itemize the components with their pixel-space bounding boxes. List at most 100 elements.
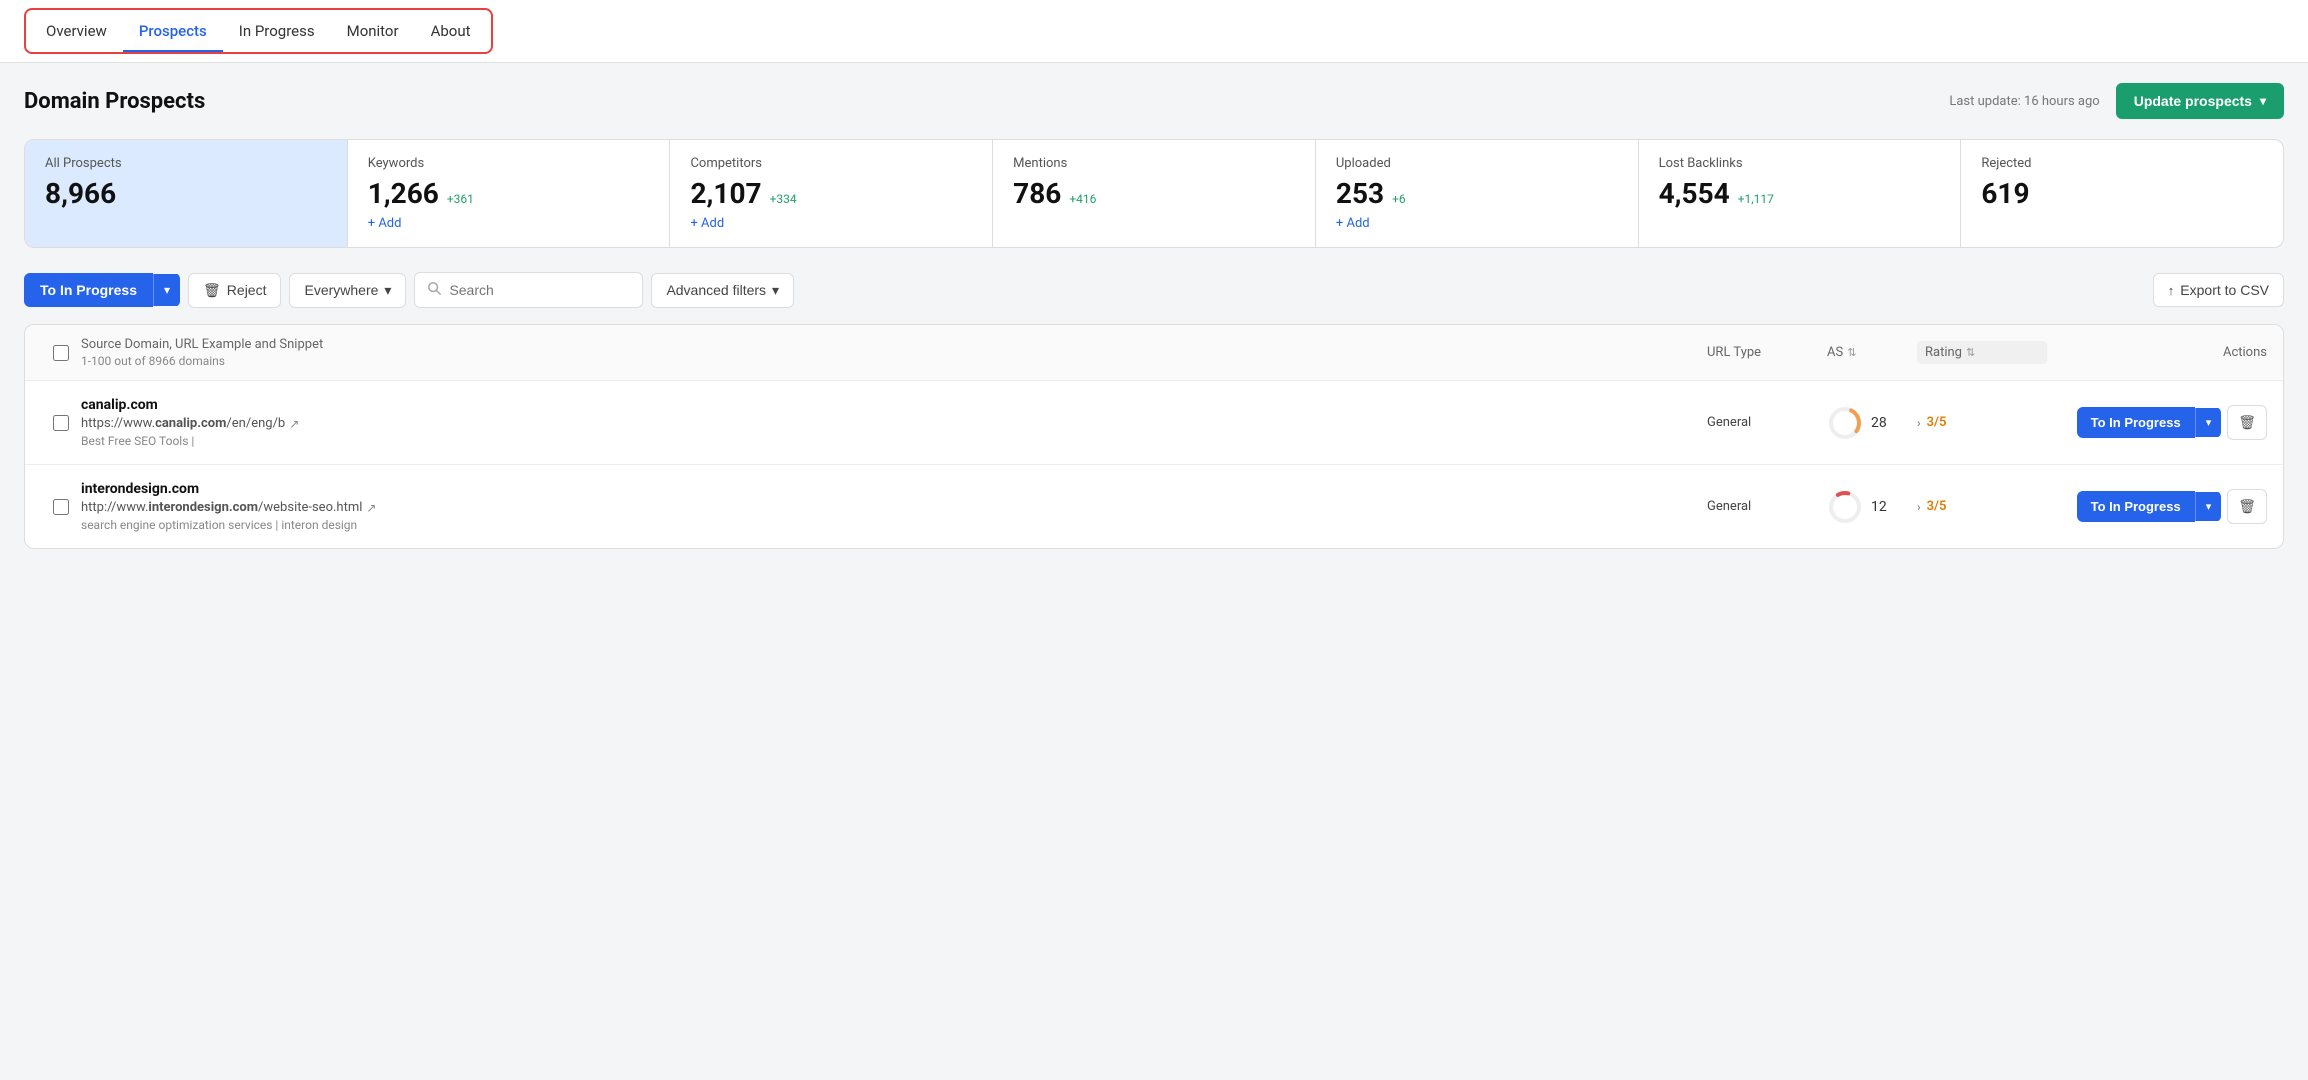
th-as[interactable]: AS ⇅ [1827, 345, 1917, 360]
row2-external-link-icon[interactable]: ↗ [366, 501, 376, 515]
row2-action-chevron-icon: ▾ [2206, 501, 2212, 513]
stat-card-mentions[interactable]: Mentions 786 +416 [993, 140, 1316, 247]
row2-trash-icon: 🗑 [2238, 498, 2256, 514]
to-in-progress-dropdown-icon: ▾ [164, 283, 170, 297]
row2-as-donut [1827, 489, 1863, 525]
table-container: Source Domain, URL Example and Snippet 1… [24, 324, 2284, 549]
row1-rating-value: 3/5 [1927, 415, 1947, 430]
nav-item-overview[interactable]: Overview [30, 12, 123, 52]
select-all-cell[interactable] [41, 345, 81, 361]
row2-to-in-progress-button[interactable]: To In Progress [2077, 491, 2195, 522]
row1-action-dropdown-button[interactable]: ▾ [2195, 408, 2222, 437]
row2-actions-cell: To In Progress ▾ 🗑 [2047, 489, 2267, 524]
stat-value-mentions: 786 [1013, 177, 1061, 210]
stat-card-lost-backlinks[interactable]: Lost Backlinks 4,554 +1,117 [1639, 140, 1962, 247]
update-prospects-label: Update prospects [2134, 93, 2252, 109]
stat-value-keywords: 1,266 [368, 177, 439, 210]
stat-delta-mentions: +416 [1069, 192, 1096, 206]
stat-card-rejected[interactable]: Rejected 619 [1961, 140, 2283, 247]
stat-card-keywords[interactable]: Keywords 1,266 +361 + Add [348, 140, 671, 247]
row1-snippet: Best Free SEO Tools | [81, 434, 1707, 448]
row1-to-in-progress-button[interactable]: To In Progress [2077, 407, 2195, 438]
page-header: Domain Prospects Last update: 16 hours a… [24, 83, 2284, 119]
row1-checkbox[interactable] [53, 415, 69, 431]
nav-item-prospects[interactable]: Prospects [123, 12, 223, 52]
row1-trash-icon: 🗑 [2238, 414, 2256, 430]
row2-action-dropdown-button[interactable]: ▾ [2195, 492, 2222, 521]
stat-value-rejected: 619 [1981, 177, 2263, 210]
search-icon [427, 281, 441, 299]
row1-domain-cell: canalip.com https://www.canalip.com/en/e… [81, 397, 1707, 448]
row2-delete-button[interactable]: 🗑 [2227, 489, 2267, 524]
advanced-filters-label: Advanced filters [666, 282, 766, 298]
search-box [414, 272, 643, 308]
row2-domain-name: interondesign.com [81, 481, 1707, 497]
to-in-progress-split-button: To In Progress ▾ [24, 273, 180, 307]
row1-rating: › 3/5 [1917, 415, 2047, 430]
nav-bar: Overview Prospects In Progress Monitor A… [0, 0, 2308, 63]
main-content: Domain Prospects Last update: 16 hours a… [0, 63, 2308, 569]
nav-item-about[interactable]: About [415, 12, 487, 52]
stat-label-uploaded: Uploaded [1336, 156, 1618, 171]
nav-item-monitor[interactable]: Monitor [331, 12, 415, 52]
stat-value-lost-backlinks: 4,554 [1659, 177, 1730, 210]
row2-rating-arrow-icon: › [1917, 500, 1921, 514]
row2-domain-url: http://www.interondesign.com/website-seo… [81, 500, 1707, 515]
stat-label-lost-backlinks: Lost Backlinks [1659, 156, 1941, 171]
update-chevron-icon: ▾ [2260, 94, 2266, 108]
row1-delete-button[interactable]: 🗑 [2227, 405, 2267, 440]
row2-rating-value: 3/5 [1927, 499, 1947, 514]
row2-checkbox[interactable] [53, 499, 69, 515]
export-label: Export to CSV [2180, 282, 2269, 298]
row1-as-score: 28 [1827, 405, 1917, 441]
row2-as-value: 12 [1871, 499, 1887, 515]
th-rating[interactable]: Rating ⇅ [1917, 341, 2047, 364]
th-url-type: URL Type [1707, 345, 1827, 360]
table-count: 1-100 out of 8966 domains [81, 354, 1707, 368]
row2-action-split: To In Progress ▾ [2077, 491, 2222, 522]
row2-domain-cell: interondesign.com http://www.interondesi… [81, 481, 1707, 532]
th-source-label: Source Domain, URL Example and Snippet [81, 337, 323, 352]
stat-delta-competitors: +334 [770, 192, 797, 206]
table-row: interondesign.com http://www.interondesi… [25, 465, 2283, 548]
rating-sort-icon: ⇅ [1966, 346, 1975, 359]
nav-item-in-progress[interactable]: In Progress [223, 12, 331, 52]
update-prospects-button[interactable]: Update prospects ▾ [2116, 83, 2284, 119]
stat-card-uploaded[interactable]: Uploaded 253 +6 + Add [1316, 140, 1639, 247]
select-all-checkbox[interactable] [53, 345, 69, 361]
th-as-label: AS [1827, 345, 1843, 360]
to-in-progress-button[interactable]: To In Progress [24, 273, 153, 307]
row1-rating-arrow-icon: › [1917, 416, 1921, 430]
everywhere-label: Everywhere [304, 282, 378, 298]
reject-button[interactable]: 🗑 Reject [188, 273, 281, 308]
row1-as-value: 28 [1871, 415, 1887, 431]
stat-add-uploaded[interactable]: + Add [1336, 216, 1618, 231]
stat-label-rejected: Rejected [1981, 156, 2263, 171]
export-csv-button[interactable]: ↑ Export to CSV [2153, 273, 2284, 307]
stat-add-keywords[interactable]: + Add [368, 216, 650, 231]
to-in-progress-dropdown-button[interactable]: ▾ [153, 274, 180, 306]
row1-external-link-icon[interactable]: ↗ [289, 417, 299, 431]
reject-label: Reject [227, 282, 267, 298]
th-rating-label: Rating [1925, 345, 1962, 360]
row1-domain-name: canalip.com [81, 397, 1707, 413]
search-input[interactable] [449, 282, 630, 298]
stat-delta-lost-backlinks: +1,117 [1738, 192, 1774, 206]
row2-as-score: 12 [1827, 489, 1917, 525]
row1-checkbox-cell[interactable] [41, 415, 81, 431]
everywhere-chevron-icon: ▾ [384, 282, 391, 299]
stat-card-competitors[interactable]: Competitors 2,107 +334 + Add [670, 140, 993, 247]
stat-card-all[interactable]: All Prospects 8,966 [25, 140, 348, 247]
advanced-filters-button[interactable]: Advanced filters ▾ [651, 273, 794, 308]
th-source: Source Domain, URL Example and Snippet 1… [81, 337, 1707, 368]
stat-value-uploaded: 253 [1336, 177, 1384, 210]
stat-label-mentions: Mentions [1013, 156, 1295, 171]
row2-url-type: General [1707, 499, 1827, 514]
last-update-text: Last update: 16 hours ago [1949, 94, 2099, 109]
stat-add-competitors[interactable]: + Add [690, 216, 972, 231]
row2-checkbox-cell[interactable] [41, 499, 81, 515]
th-actions: Actions [2047, 345, 2267, 360]
stat-value-competitors: 2,107 [690, 177, 761, 210]
everywhere-dropdown[interactable]: Everywhere ▾ [289, 273, 406, 308]
export-icon: ↑ [2168, 283, 2175, 298]
